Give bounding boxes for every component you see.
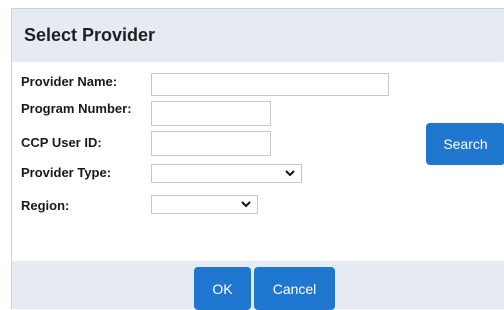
chevron-down-icon: [285, 170, 295, 177]
region-label: Region:: [21, 198, 70, 213]
region-select[interactable]: [151, 195, 258, 214]
provider-name-label: Provider Name:: [21, 74, 118, 89]
ccp-user-id-label: CCP User ID:: [21, 135, 102, 150]
provider-type-select[interactable]: [151, 164, 302, 183]
search-button[interactable]: Search: [426, 123, 504, 165]
provider-type-label: Provider Type:: [21, 165, 112, 180]
chevron-down-icon: [241, 201, 251, 208]
dialog-title: Select Provider: [24, 25, 156, 45]
dialog-footer: OK Cancel: [12, 261, 504, 310]
ccp-user-id-input[interactable]: [151, 131, 271, 156]
ok-button[interactable]: OK: [194, 267, 251, 310]
dialog-title-bar: Select Provider: [12, 9, 504, 62]
provider-name-input[interactable]: [151, 73, 389, 96]
program-number-label: Program Number:: [21, 101, 132, 116]
select-provider-dialog: Select Provider Provider Name: Program N…: [11, 8, 504, 310]
program-number-input[interactable]: [151, 101, 271, 126]
cancel-button[interactable]: Cancel: [254, 267, 335, 310]
